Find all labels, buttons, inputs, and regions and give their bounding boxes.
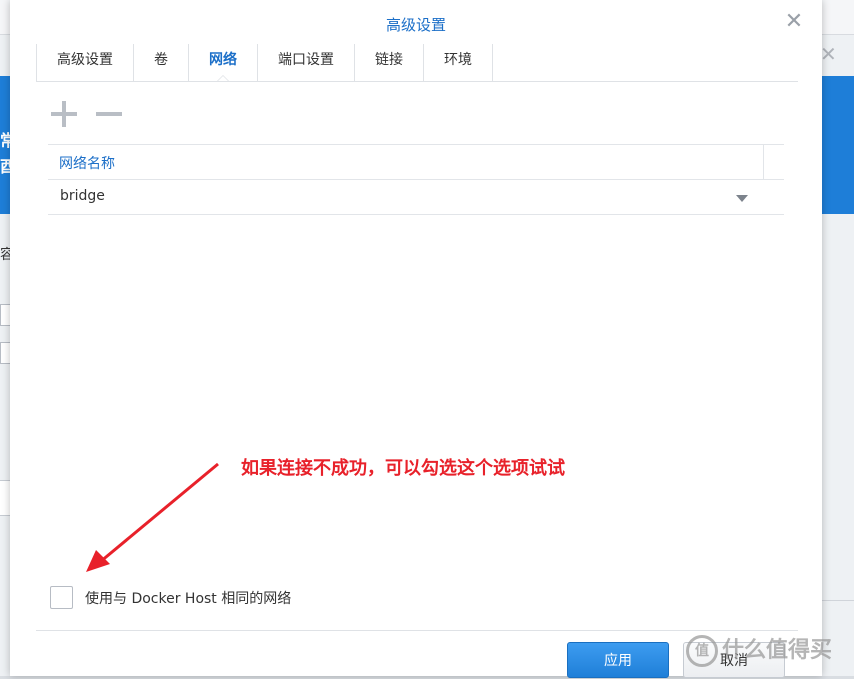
tab-label: 卷 (154, 52, 168, 68)
minus-icon-bar (96, 112, 122, 116)
background-close-icon: ✕ (820, 42, 837, 66)
column-separator (763, 145, 764, 179)
tab-advanced-settings[interactable]: 高级设置 (36, 44, 134, 82)
advanced-settings-dialog: 高级设置 ✕ 高级设置 卷 网络 端口设置 链接 环境 网络名称 bridge … (10, 0, 822, 678)
tab-bar: 高级设置 卷 网络 端口设置 链接 环境 (36, 44, 493, 82)
network-name-cell[interactable]: bridge (60, 188, 105, 204)
tab-label: 高级设置 (57, 52, 113, 68)
minus-icon[interactable] (95, 100, 123, 128)
annotation-text: 如果连接不成功，可以勾选这个选项试试 (241, 458, 565, 479)
grid-header: 网络名称 (48, 145, 784, 180)
tab-label: 网络 (209, 52, 237, 68)
background-label: 容 (0, 247, 10, 263)
tab-label: 链接 (375, 52, 403, 68)
network-grid: 网络名称 bridge (48, 144, 784, 215)
tab-environment[interactable]: 环境 (424, 44, 493, 82)
table-row[interactable]: bridge (48, 180, 784, 215)
tab-label: 端口设置 (278, 52, 334, 68)
tab-divider (36, 81, 798, 82)
tab-links[interactable]: 链接 (355, 44, 424, 82)
watermark-logo-icon: 值 (686, 635, 718, 667)
use-host-network-checkbox[interactable] (50, 586, 73, 609)
footer-divider (36, 630, 798, 631)
apply-button[interactable]: 应用 (567, 642, 669, 678)
plus-icon-bar-v (62, 101, 66, 127)
dialog-title: 高级设置 (385, 16, 446, 34)
watermark-text: 什么值得买 (722, 638, 833, 663)
annotation-arrow-icon (86, 462, 219, 572)
watermark: 值什么值得买 (686, 632, 832, 667)
background-divider (822, 600, 854, 601)
tab-label: 环境 (444, 52, 472, 68)
use-host-network-label[interactable]: 使用与 Docker Host 相同的网络 (85, 588, 291, 608)
plus-icon[interactable] (50, 100, 78, 128)
close-icon[interactable]: ✕ (782, 10, 806, 34)
tab-network[interactable]: 网络 (189, 44, 258, 82)
tab-volume[interactable]: 卷 (134, 44, 189, 82)
background-banner-right (822, 76, 854, 214)
tab-port-settings[interactable]: 端口设置 (258, 44, 355, 82)
chevron-down-icon[interactable] (736, 195, 748, 202)
column-header-network-name[interactable]: 网络名称 (59, 153, 115, 173)
